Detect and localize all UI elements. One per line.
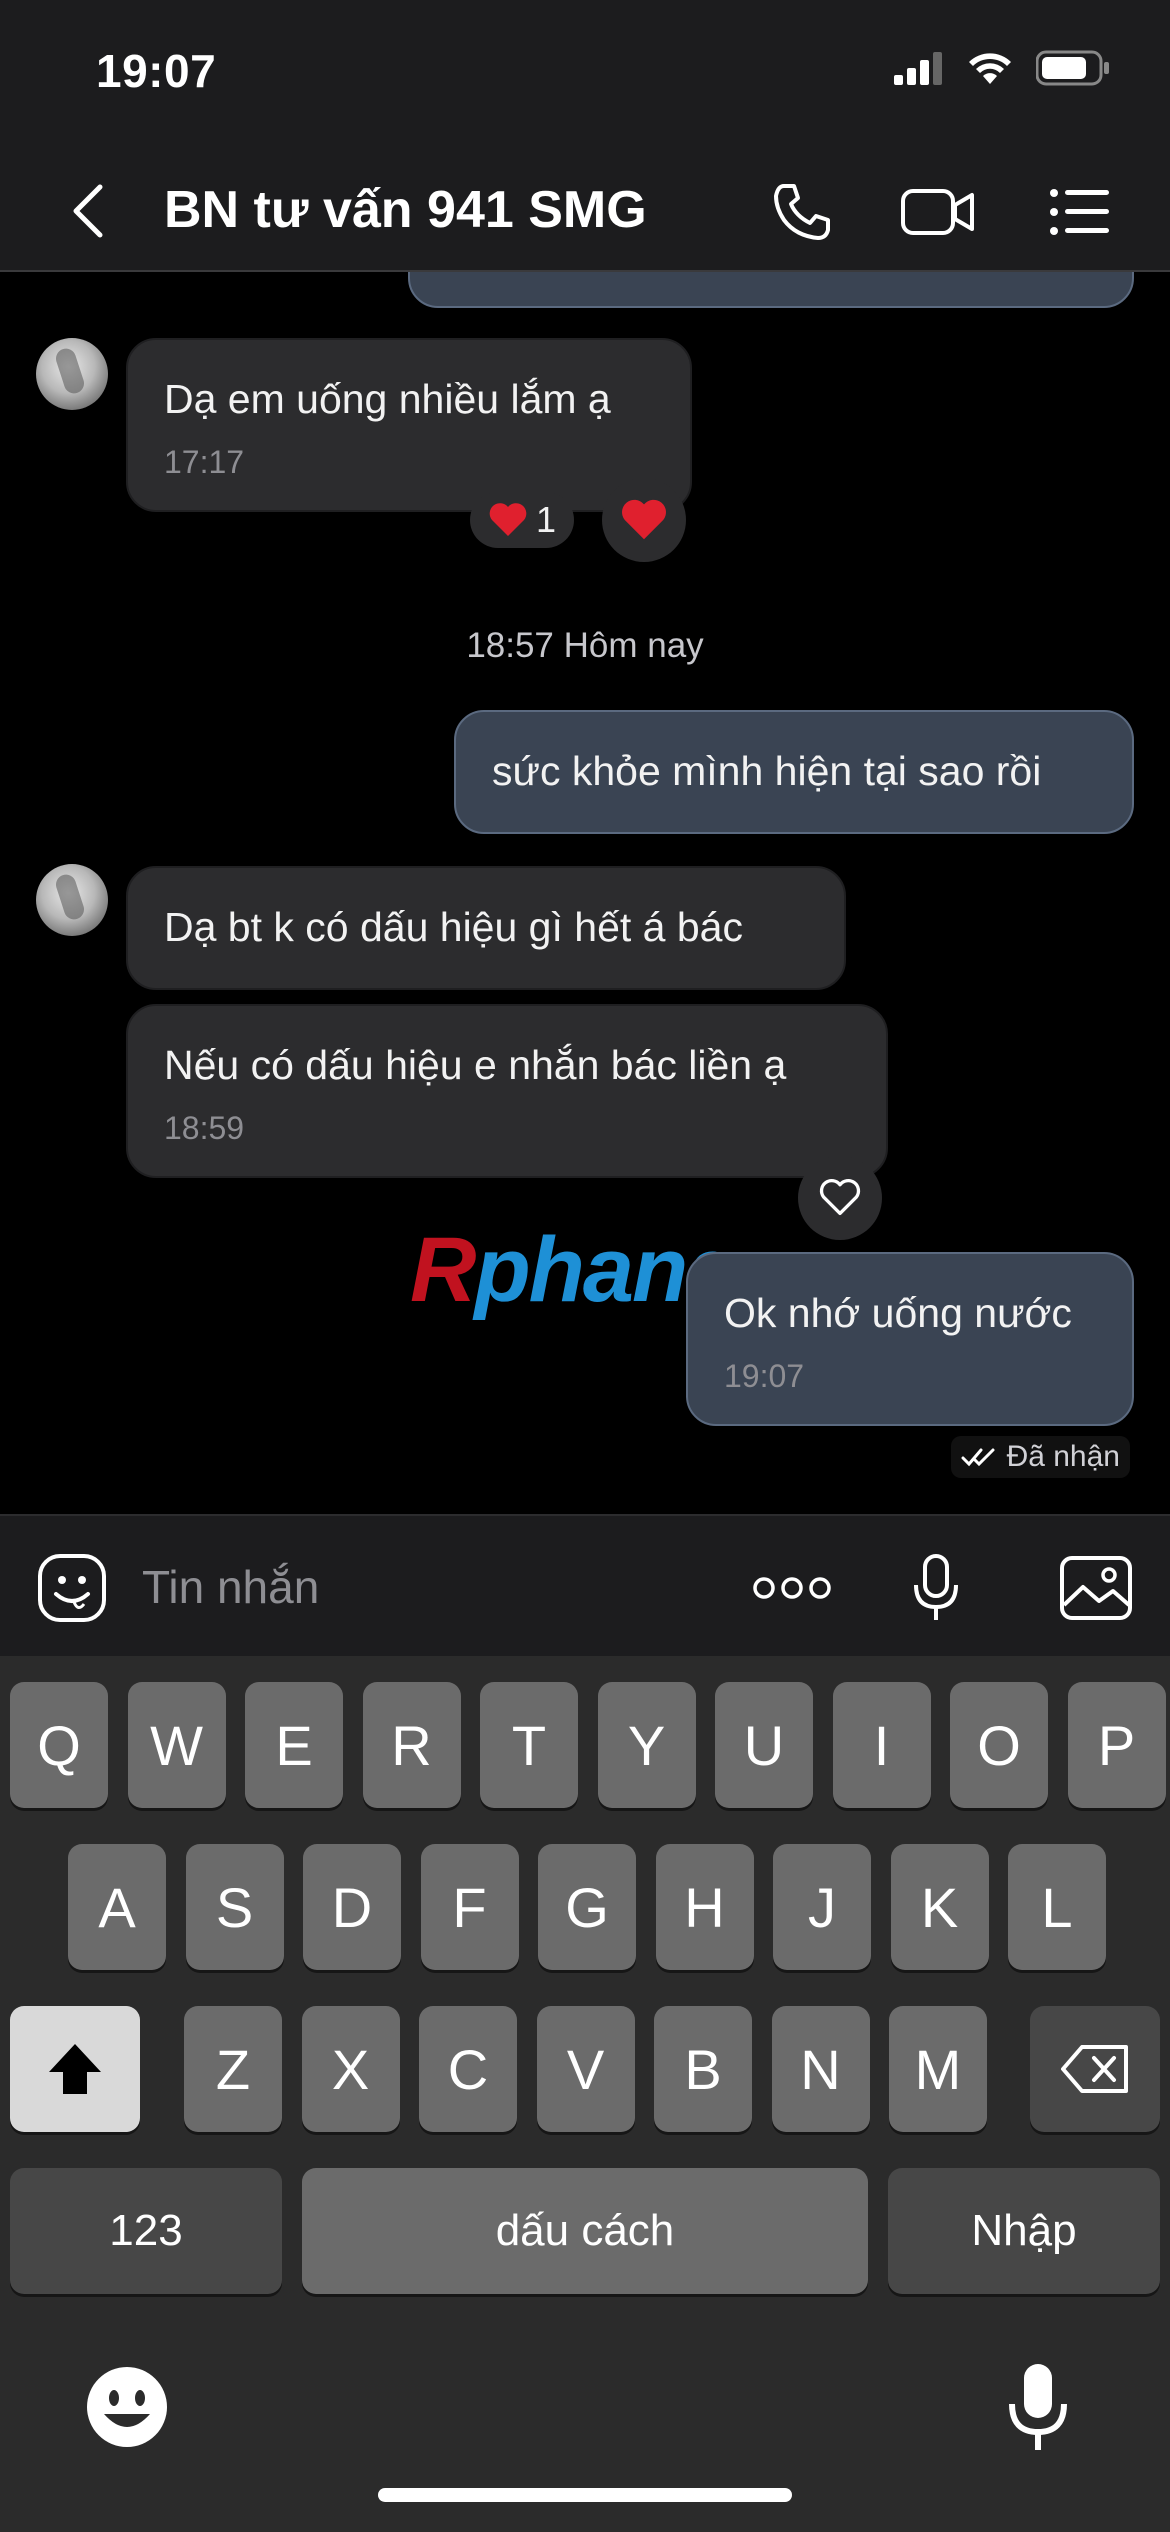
message-text: Dạ bt k có dấu hiệu gì hết á bác (164, 904, 743, 950)
menu-button[interactable] (1040, 174, 1120, 250)
back-button[interactable] (58, 172, 118, 250)
key-j[interactable]: J (773, 1844, 871, 1970)
cellular-signal-icon (894, 52, 942, 85)
emoji-icon (87, 2367, 167, 2447)
message-time: 18:59 (164, 1110, 245, 1146)
key-n[interactable]: N (771, 2006, 870, 2132)
more-dots-icon (753, 1577, 831, 1599)
delivery-status: Đã nhận (950, 1436, 1130, 1478)
key-w[interactable]: W (127, 1682, 226, 1808)
message-time: 19:07 (724, 1358, 805, 1394)
emoji-sticker-icon (38, 1554, 106, 1622)
key-r[interactable]: R (362, 1682, 461, 1808)
heart-icon (489, 503, 527, 536)
shift-key[interactable] (10, 2006, 140, 2132)
status-time: 19:07 (96, 45, 217, 97)
call-button[interactable] (762, 174, 842, 250)
message-time: 17:17 (164, 444, 245, 480)
message-bubble-incoming[interactable]: Dạ bt k có dấu hiệu gì hết á bác (126, 866, 846, 990)
home-indicator[interactable] (378, 2488, 792, 2502)
key-u[interactable]: U (715, 1682, 813, 1808)
message-text: Dạ em uống nhiều lắm ạ (164, 376, 611, 422)
key-p[interactable]: P (1067, 1682, 1166, 1808)
status-bar: 19:07 (0, 0, 1170, 150)
microphone-icon (1009, 2364, 1067, 2450)
message-bubble-incoming[interactable]: Nếu có dấu hiệu e nhắn bác liền ạ 18:59 (126, 1004, 888, 1178)
microphone-icon (914, 1554, 958, 1620)
key-t[interactable]: T (480, 1682, 578, 1808)
key-m[interactable]: M (889, 2006, 987, 2132)
key-l[interactable]: L (1008, 1844, 1106, 1970)
phone-icon (774, 184, 830, 240)
message-bubble-outgoing[interactable]: Ok nhớ uống nước 19:07 (686, 1252, 1134, 1426)
key-z[interactable]: Z (184, 2006, 282, 2132)
key-q[interactable]: Q (10, 1682, 108, 1808)
enter-key[interactable]: Nhập (888, 2168, 1160, 2294)
date-separator: 18:57 Hôm nay (466, 626, 704, 665)
status-icons (894, 50, 1110, 86)
emoji-keyboard-button[interactable] (82, 2362, 172, 2457)
key-g[interactable]: G (538, 1844, 636, 1970)
double-check-icon (961, 1448, 995, 1467)
key-e[interactable]: E (245, 1682, 343, 1808)
image-button[interactable] (1054, 1546, 1138, 1630)
message-bubble-incoming[interactable]: Dạ em uống nhiều lắm ạ 17:17 (126, 338, 692, 512)
key-k[interactable]: K (890, 1844, 989, 1970)
space-key[interactable]: dấu cách (302, 2168, 868, 2294)
voice-message-button[interactable] (894, 1546, 978, 1630)
message-text: Nếu có dấu hiệu e nhắn bác liền ạ (164, 1042, 787, 1088)
video-call-button[interactable] (898, 174, 978, 250)
sticker-button[interactable] (30, 1546, 114, 1630)
battery-icon (1036, 50, 1109, 86)
delivery-status-text: Đã nhận (1006, 1440, 1120, 1473)
keyboard: 123 dấu cách Nhập QWERTYUIOP ASDFGHJKL ZXC… (0, 1656, 1170, 2532)
reaction-count: 1 (535, 499, 557, 540)
composer-bar (0, 1514, 1170, 1656)
more-button[interactable] (750, 1546, 834, 1630)
heart-icon (622, 499, 666, 540)
key-h[interactable]: H (655, 1844, 754, 1970)
shift-icon (49, 2044, 101, 2094)
key-v[interactable]: V (536, 2006, 635, 2132)
image-icon (1060, 1556, 1132, 1620)
key-x[interactable]: X (301, 2006, 400, 2132)
message-bubble-outgoing[interactable]: sức khỏe mình hiện tại sao rồi (454, 710, 1134, 834)
key-f[interactable]: F (420, 1844, 519, 1970)
message-list[interactable]: Dạ em uống nhiều lắm ạ 17:17 1 18:57 Hôm… (0, 272, 1170, 1514)
key-a[interactable]: A (68, 1844, 166, 1970)
backspace-key[interactable] (1030, 2006, 1160, 2132)
key-d[interactable]: D (303, 1844, 401, 1970)
back-icon (73, 184, 103, 238)
key-s[interactable]: S (185, 1844, 284, 1970)
react-button[interactable] (798, 1156, 882, 1240)
menu-list-icon (1050, 189, 1109, 235)
wifi-icon (969, 53, 1011, 84)
key-o[interactable]: O (950, 1682, 1048, 1808)
message-input[interactable] (142, 1552, 702, 1622)
chat-header: BN tư vấn 941 SMG (0, 150, 1170, 272)
dictation-button[interactable] (1006, 2362, 1070, 2459)
react-heart-button[interactable] (602, 478, 686, 562)
contact-avatar[interactable] (36, 338, 108, 410)
backspace-icon (1061, 2045, 1128, 2093)
numbers-key[interactable]: 123 (10, 2168, 282, 2294)
reaction-summary[interactable]: 1 (470, 492, 574, 548)
contact-avatar[interactable] (36, 864, 108, 936)
key-b[interactable]: B (654, 2006, 752, 2132)
video-icon (901, 189, 974, 235)
key-i[interactable]: I (832, 1682, 931, 1808)
chat-title[interactable]: BN tư vấn 941 SMG (164, 180, 647, 240)
key-y[interactable]: Y (597, 1682, 696, 1808)
message-text: Ok nhớ uống nước (724, 1290, 1072, 1336)
message-bubble-outgoing-cropped[interactable] (408, 272, 1134, 308)
heart-outline-icon (819, 1178, 861, 1216)
message-text: sức khỏe mình hiện tại sao rồi (492, 748, 1042, 794)
key-c[interactable]: C (419, 2006, 517, 2132)
